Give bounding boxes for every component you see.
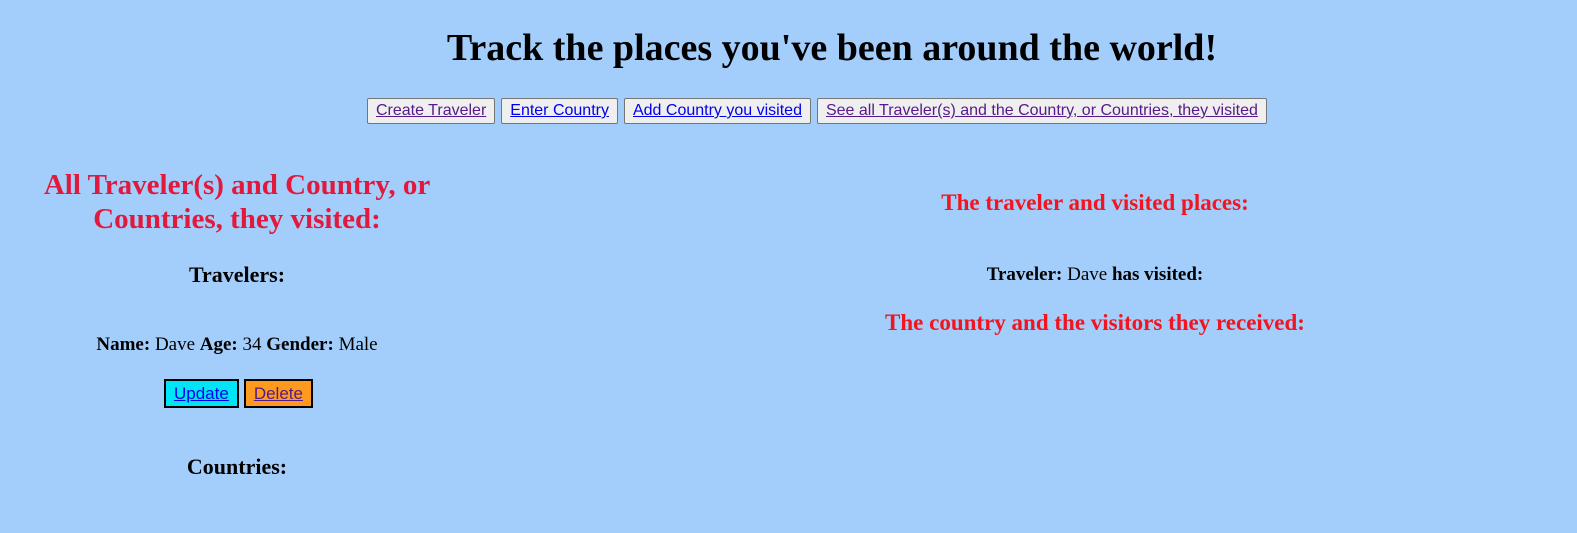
create-traveler-button[interactable]: Create Traveler bbox=[367, 98, 496, 124]
add-country-visited-button[interactable]: Add Country you visited bbox=[623, 98, 811, 124]
all-travelers-title-line2: Countries, they visited: bbox=[93, 203, 381, 235]
gender-label: Gender: bbox=[266, 334, 334, 355]
country-visitors-title: The country and the visitors they receiv… bbox=[885, 310, 1305, 335]
age-label: Age: bbox=[199, 334, 238, 355]
visited-places-title: The traveler and visited places: bbox=[941, 190, 1249, 215]
all-travelers-title-line1: All Traveler(s) and Country, or bbox=[43, 169, 431, 201]
visited-traveler-name: Dave bbox=[1067, 264, 1108, 285]
update-button[interactable]: Update bbox=[164, 379, 239, 408]
page-title: Track the places you've been around the … bbox=[446, 27, 1218, 69]
traveler-row: Name: Dave Age: 34 Gender: Male bbox=[0, 334, 474, 356]
travelers-heading-wrap: Travelers: bbox=[0, 262, 474, 288]
all-travelers-section: All Traveler(s) and Country, or Countrie… bbox=[0, 168, 474, 236]
traveler-name: Dave bbox=[154, 334, 196, 355]
delete-button[interactable]: Delete bbox=[243, 379, 313, 408]
countries-heading: Countries: bbox=[186, 454, 288, 479]
has-visited-label: has visited: bbox=[1111, 264, 1204, 285]
travelers-heading: Travelers: bbox=[188, 262, 286, 287]
traveler-actions: Update Delete bbox=[164, 379, 313, 408]
all-travelers-title: All Traveler(s) and Country, or Countrie… bbox=[0, 168, 474, 236]
main-nav: Create Traveler Enter Country Add Countr… bbox=[367, 98, 1267, 124]
countries-heading-wrap: Countries: bbox=[0, 454, 474, 480]
name-label: Name: bbox=[96, 334, 151, 355]
traveler-label: Traveler: bbox=[986, 264, 1063, 285]
traveler-gender: Male bbox=[338, 334, 378, 355]
see-all-travelers-button[interactable]: See all Traveler(s) and the Country, or … bbox=[816, 98, 1267, 124]
traveler-age: 34 bbox=[242, 334, 262, 355]
traveler-visited-row: Traveler: Dave has visited: bbox=[600, 264, 1577, 286]
enter-country-button[interactable]: Enter Country bbox=[501, 98, 618, 124]
